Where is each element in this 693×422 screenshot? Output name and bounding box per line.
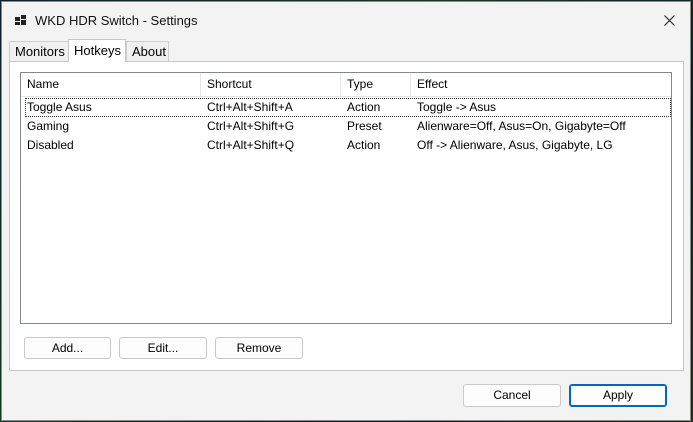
title-bar[interactable]: WKD HDR Switch - Settings: [2, 2, 690, 38]
cell-effect: Alienware=Off, Asus=On, Gigabyte=Off: [417, 119, 626, 133]
cancel-button[interactable]: Cancel: [463, 384, 561, 407]
tab-hotkeys[interactable]: Hotkeys: [68, 39, 126, 62]
close-icon: [663, 14, 675, 26]
column-header-shortcut[interactable]: Shortcut: [201, 73, 341, 96]
cell-name: Toggle Asus: [27, 100, 92, 114]
cell-effect: Toggle -> Asus: [417, 100, 497, 114]
cell-effect: Off -> Alienware, Asus, Gigabyte, LG: [417, 138, 613, 152]
list-item[interactable]: Disabled Ctrl+Alt+Shift+Q Action Off -> …: [21, 136, 671, 155]
remove-button[interactable]: Remove: [215, 337, 303, 359]
tab-monitors[interactable]: Monitors: [9, 41, 69, 61]
cell-shortcut: Ctrl+Alt+Shift+A: [207, 100, 293, 114]
tab-about[interactable]: About: [126, 41, 169, 61]
cell-shortcut: Ctrl+Alt+Shift+Q: [207, 138, 295, 152]
cell-type: Preset: [347, 119, 382, 133]
cell-type: Action: [347, 100, 381, 114]
cell-name: Gaming: [27, 119, 70, 133]
column-header-effect[interactable]: Effect: [411, 73, 669, 96]
cell-shortcut: Ctrl+Alt+Shift+G: [207, 119, 295, 133]
column-header-type[interactable]: Type: [341, 73, 411, 96]
apply-button[interactable]: Apply: [569, 384, 667, 407]
cell-name: Disabled: [27, 138, 74, 152]
app-grid-icon: [15, 15, 27, 25]
list-item[interactable]: Toggle Asus Ctrl+Alt+Shift+A Action Togg…: [21, 98, 671, 117]
list-item[interactable]: Gaming Ctrl+Alt+Shift+G Preset Alienware…: [21, 117, 671, 136]
cell-type: Action: [347, 138, 381, 152]
hotkeys-list[interactable]: Name Shortcut Type Effect Toggle Asus Ct…: [20, 72, 672, 324]
settings-window: WKD HDR Switch - Settings Monitors Hotke…: [1, 1, 691, 421]
hotkeys-panel: Name Shortcut Type Effect Toggle Asus Ct…: [9, 61, 684, 371]
close-button[interactable]: [648, 2, 690, 38]
window-title: WKD HDR Switch - Settings: [35, 13, 198, 28]
column-header-name[interactable]: Name: [21, 73, 201, 96]
edit-button[interactable]: Edit...: [119, 337, 207, 359]
add-button[interactable]: Add...: [24, 337, 111, 359]
list-header: Name Shortcut Type Effect: [21, 73, 671, 97]
